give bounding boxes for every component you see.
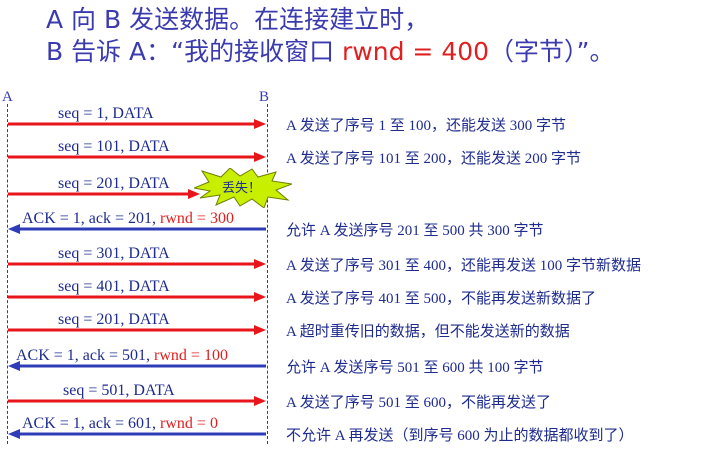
arrowhead-6 (254, 292, 266, 302)
message-label-3: seq = 201, DATA (58, 175, 170, 193)
message-text: ACK = 1, ack = 501, (16, 347, 155, 364)
message-label-8: ACK = 1, ack = 501, rwnd = 100 (16, 347, 228, 365)
message-description-8: 允许 A 发送序号 501 至 600 共 100 字节 (286, 360, 544, 376)
message-description-1: A 发送了序号 1 至 100，还能发送 300 字节 (286, 118, 567, 134)
arrowhead-7 (254, 325, 266, 335)
message-description-2: A 发送了序号 101 至 200，还能发送 200 字节 (286, 151, 582, 167)
message-label-1: seq = 1, DATA (58, 105, 154, 123)
message-label-2: seq = 101, DATA (58, 138, 170, 156)
rwnd-value: rwnd = 300 (160, 210, 234, 227)
message-text: seq = 301, DATA (58, 245, 170, 262)
rwnd-value: rwnd = 100 (154, 347, 228, 364)
message-description-10: 不允许 A 再发送（到序号 600 为止的数据都收到了） (286, 428, 634, 444)
message-text: seq = 101, DATA (58, 138, 170, 155)
message-text: seq = 1, DATA (58, 105, 154, 122)
message-text: ACK = 1, ack = 601, (22, 415, 161, 432)
message-description-5: A 发送了序号 301 至 400，还能再发送 100 字节新数据 (286, 258, 642, 274)
arrowhead-10 (8, 429, 20, 439)
message-description-4: 允许 A 发送序号 201 至 500 共 300 字节 (286, 223, 544, 239)
message-label-4: ACK = 1, ack = 201, rwnd = 300 (22, 210, 234, 228)
message-label-5: seq = 301, DATA (58, 245, 170, 263)
message-label-10: ACK = 1, ack = 601, rwnd = 0 (22, 415, 218, 433)
message-text: seq = 201, DATA (58, 175, 170, 192)
message-text: seq = 201, DATA (58, 311, 170, 328)
rwnd-value: rwnd = 0 (160, 415, 218, 432)
message-label-6: seq = 401, DATA (58, 278, 170, 296)
message-description-7: A 超时重传旧的数据，但不能发送新的数据 (286, 324, 570, 340)
arrowhead-5 (254, 259, 266, 269)
arrowhead-2 (254, 152, 266, 162)
message-text: seq = 401, DATA (58, 278, 170, 295)
message-label-7: seq = 201, DATA (58, 311, 170, 329)
message-description-9: A 发送了序号 501 至 600，不能再发送了 (286, 395, 552, 411)
message-label-9: seq = 501, DATA (63, 382, 175, 400)
message-description-6: A 发送了序号 401 至 500，不能再发送新数据了 (286, 291, 597, 307)
arrowhead-9 (254, 396, 266, 406)
message-text: ACK = 1, ack = 201, (22, 210, 161, 227)
arrowhead-1 (254, 119, 266, 129)
lost-label: 丢失！ (222, 181, 262, 196)
message-text: seq = 501, DATA (63, 382, 175, 399)
arrowhead-4 (8, 224, 20, 234)
